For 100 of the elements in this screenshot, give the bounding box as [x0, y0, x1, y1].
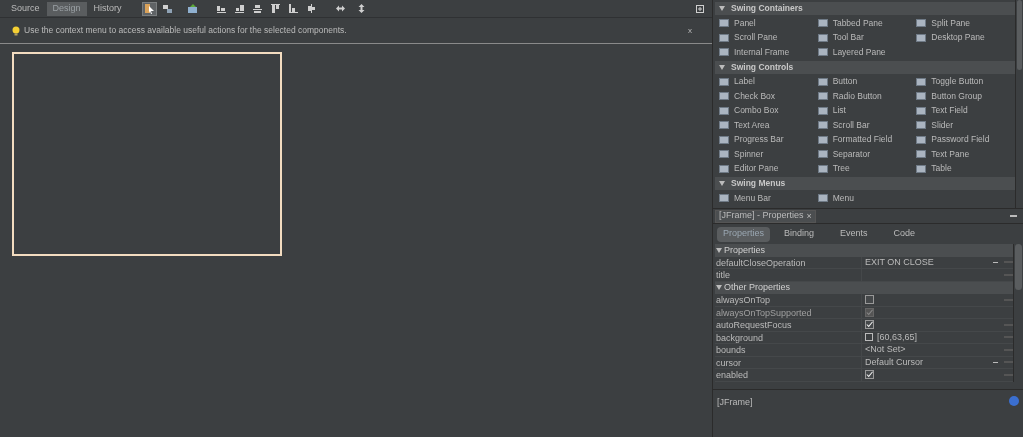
palette-item[interactable]: Slider — [916, 118, 1015, 133]
checkbox[interactable] — [865, 370, 874, 380]
component-icon — [817, 77, 828, 86]
palette-category[interactable]: Swing Controls — [715, 60, 1015, 74]
align-top-icon — [269, 3, 281, 14]
horizontal-arrows-icon — [334, 3, 346, 14]
panel-tab[interactable]: [JFrame] - Properties × — [715, 209, 816, 223]
align-right-icon — [233, 3, 245, 14]
properties-tab[interactable]: Code — [881, 226, 928, 242]
component-icon — [916, 121, 927, 130]
component-icon — [916, 77, 927, 86]
palette-item[interactable]: Scroll Pane — [719, 30, 818, 45]
palette-item[interactable]: Toggle Button — [916, 74, 1015, 89]
palette-item[interactable]: Radio Button — [817, 89, 917, 104]
add-icon[interactable] — [696, 4, 704, 13]
component-icon — [916, 135, 927, 144]
properties-tab[interactable]: Binding — [772, 226, 827, 242]
select-tool-icon — [143, 3, 155, 14]
palette-item[interactable]: Menu — [817, 191, 917, 206]
component-icon — [817, 135, 828, 144]
palette-item[interactable]: Scroll Bar — [817, 118, 917, 133]
expanded-icon — [719, 6, 725, 11]
scrollbar[interactable] — [1013, 244, 1023, 382]
palette-item[interactable]: Layered Pane — [817, 45, 917, 60]
align-bottom-icon — [287, 3, 299, 14]
property-name: alwaysOnTop — [715, 294, 862, 306]
property-value[interactable]: Default Cursor — [865, 355, 989, 369]
lightbulb-icon — [12, 25, 20, 36]
property-value[interactable]: [60,63,65] — [877, 330, 918, 344]
palette-item[interactable]: Text Pane — [916, 147, 1015, 162]
palette-item[interactable]: Text Field — [916, 103, 1015, 118]
checkbox[interactable] — [865, 320, 874, 330]
description-text: [JFrame] — [717, 395, 754, 409]
close-hint-button[interactable]: x — [688, 26, 692, 35]
align-center-icon — [251, 3, 263, 14]
component-icon — [916, 164, 927, 173]
preview-icon — [186, 3, 198, 14]
palette-item[interactable]: Spinner — [719, 147, 818, 162]
component-icon — [817, 19, 828, 28]
palette-item[interactable]: Label — [719, 74, 818, 89]
property-name: cursor — [715, 356, 862, 368]
property-name: enabled — [715, 369, 862, 381]
palette-item[interactable]: Split Pane — [916, 16, 1015, 31]
toolbar-button[interactable] — [141, 1, 157, 16]
palette-category[interactable]: Swing Containers — [715, 2, 1015, 15]
color-swatch — [865, 333, 873, 342]
palette-item[interactable]: Progress Bar — [719, 132, 818, 147]
palette-item[interactable]: Internal Frame — [719, 45, 818, 60]
property-section[interactable]: Properties — [715, 244, 1013, 257]
expanded-icon — [719, 64, 725, 70]
properties-tab[interactable]: Events — [828, 226, 880, 242]
close-button[interactable]: × — [806, 211, 812, 221]
component-icon — [817, 48, 828, 57]
component-icon — [916, 19, 927, 28]
component-icon — [916, 106, 927, 115]
editor-tab[interactable]: Source — [5, 1, 46, 16]
palette-item[interactable]: Text Area — [719, 118, 818, 133]
component-icon — [817, 121, 828, 130]
property-name: title — [715, 269, 862, 281]
component-icon — [817, 164, 828, 173]
palette-item[interactable]: Table — [916, 161, 1015, 176]
component-icon — [817, 92, 828, 101]
component-icon — [916, 33, 927, 42]
expanded-icon — [719, 181, 725, 186]
property-name: alwaysOnTopSupported — [715, 306, 862, 318]
jframe-canvas[interactable] — [12, 52, 282, 256]
property-name: bounds — [715, 344, 862, 356]
component-icon — [817, 194, 828, 203]
palette-item[interactable]: Desktop Pane — [916, 30, 1015, 45]
palette-item[interactable]: Button Group — [916, 89, 1015, 104]
editor-tab[interactable]: History — [87, 1, 128, 16]
palette-item[interactable]: Menu Bar — [719, 191, 818, 206]
property-name: autoRequestFocus — [715, 319, 862, 331]
palette-item[interactable]: List — [817, 103, 917, 118]
palette-category[interactable]: Swing Menus — [715, 177, 1015, 190]
property-value[interactable]: EXIT ON CLOSE — [865, 255, 989, 269]
palette-item[interactable]: Tree — [817, 161, 917, 176]
palette-item[interactable]: Check Box — [719, 89, 818, 104]
component-icon — [719, 194, 729, 203]
palette-item[interactable]: Tool Bar — [817, 30, 917, 45]
checkbox[interactable] — [865, 295, 874, 305]
property-value[interactable]: <Not Set> — [865, 343, 1000, 357]
palette-item[interactable]: Panel — [719, 16, 818, 31]
palette-item[interactable]: Formatted Field — [817, 132, 917, 147]
palette-item[interactable]: Editor Pane — [719, 161, 818, 176]
property-name: background — [715, 331, 862, 343]
component-icon — [916, 150, 927, 159]
panel-title: [JFrame] - Properties — [719, 209, 804, 223]
scrollbar[interactable] — [1015, 0, 1023, 208]
palette-item[interactable]: Combo Box — [719, 103, 818, 118]
palette-item[interactable]: Tabbed Pane — [817, 16, 917, 31]
align-left-icon — [215, 3, 227, 14]
component-icon — [916, 92, 927, 101]
palette-item[interactable]: Button — [817, 74, 917, 89]
palette-item[interactable]: Separator — [817, 147, 917, 162]
component-icon — [817, 106, 828, 115]
expanded-icon — [716, 247, 722, 253]
palette-item[interactable]: Password Field — [916, 132, 1015, 147]
component-icon — [817, 150, 828, 159]
expanded-icon — [716, 285, 722, 291]
